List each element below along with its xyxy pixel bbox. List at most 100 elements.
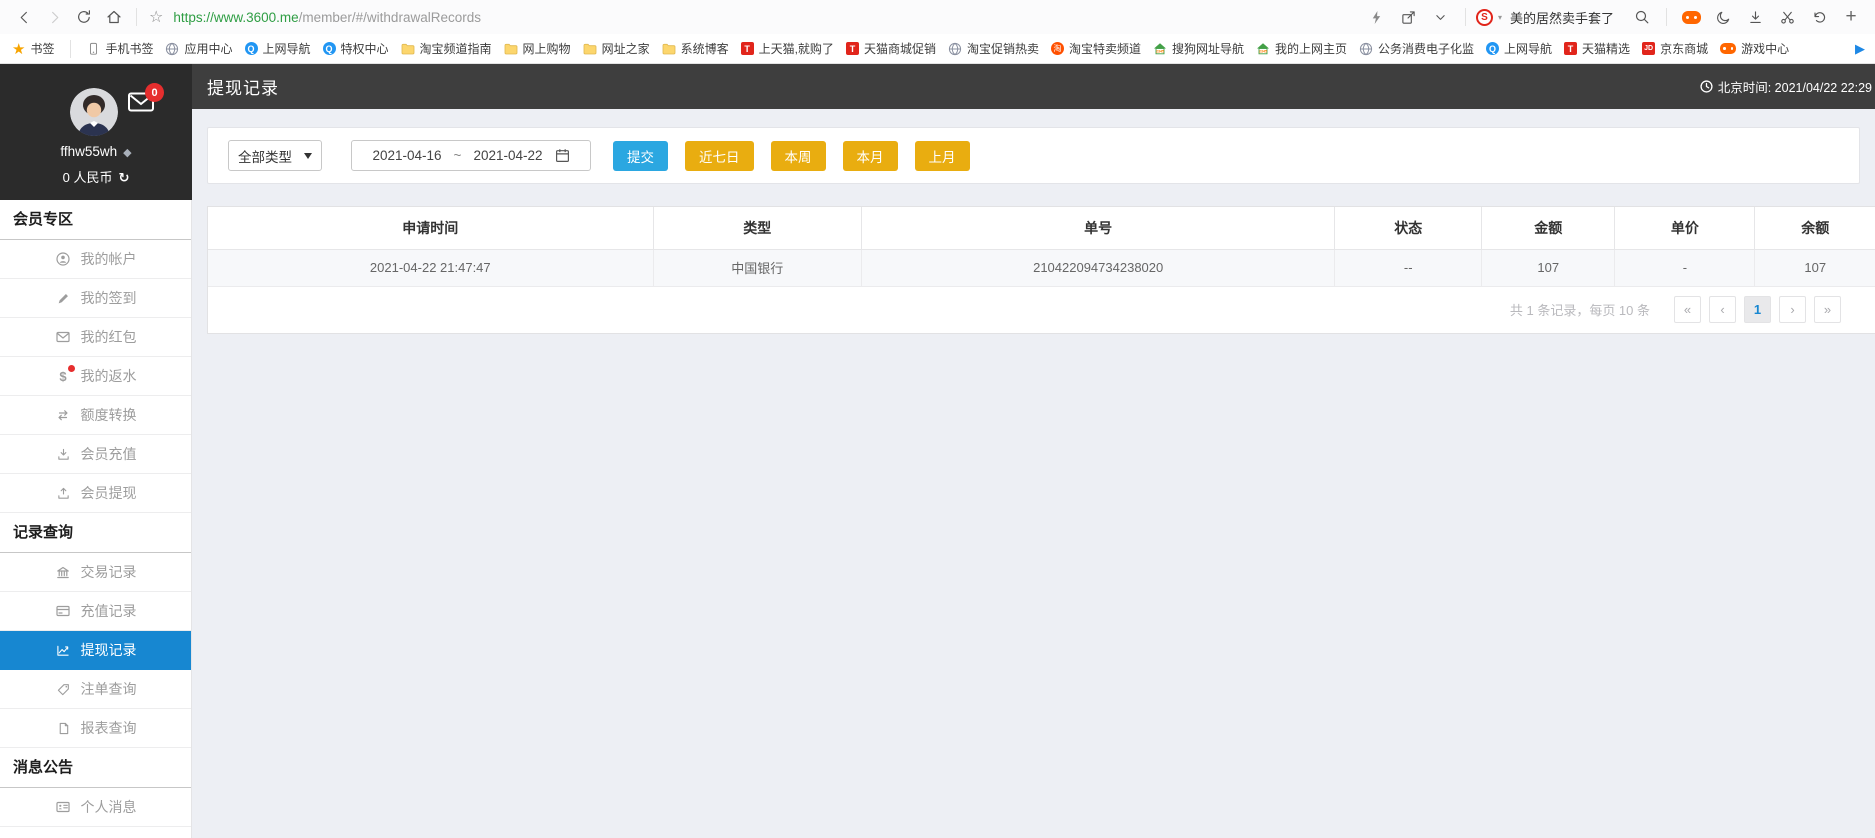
type-select-value: 全部类型 <box>238 149 292 165</box>
chevron-down-icon[interactable] <box>1427 4 1455 30</box>
quick-range-last-month-button[interactable]: 上月 <box>914 140 970 171</box>
user-icon <box>55 252 72 266</box>
beijing-time: 北京时间: 2021/04/22 22:29 <box>1700 77 1872 96</box>
sidebar-item-label: 交易记录 <box>80 564 137 580</box>
bookmark-item[interactable]: Q 特权中心 <box>321 38 391 59</box>
download-icon[interactable] <box>1741 4 1769 30</box>
col-unit-price: 单价 <box>1614 207 1756 250</box>
bookmark-label: 特权中心 <box>340 42 389 56</box>
bookmark-label: 搜狗网址导航 <box>1171 42 1244 56</box>
bookmark-item[interactable]: 淘 淘宝特卖频道 <box>1049 38 1143 59</box>
night-mode-moon-icon[interactable] <box>1709 4 1737 30</box>
svg-text:2345: 2345 <box>1259 50 1267 54</box>
sidebar-item-withdraw[interactable]: 会员提现 <box>0 474 191 513</box>
bookmark-item[interactable]: Q 上网导航 <box>243 38 313 59</box>
bookmark-label: 淘宝特卖频道 <box>1068 42 1141 56</box>
bookmark-item[interactable]: 2345 搜狗网址导航 <box>1151 38 1246 59</box>
pagination-prev-button[interactable]: ‹ <box>1709 296 1736 323</box>
bookmark-item[interactable]: 淘宝促销热卖 <box>946 38 1041 59</box>
pagination-last-button[interactable]: » <box>1814 296 1841 323</box>
gamepad-icon <box>1720 43 1737 54</box>
avatar[interactable] <box>70 88 118 136</box>
folder-icon <box>401 43 414 54</box>
quick-range-this-month-button[interactable]: 本月 <box>842 140 898 171</box>
bookmark-item[interactable]: 手机书签 <box>85 38 155 59</box>
type-select[interactable]: 全部类型 <box>228 140 322 171</box>
new-tab-plus-icon[interactable]: + <box>1837 4 1865 30</box>
id-card-icon <box>55 800 72 814</box>
sidebar-item-deposit[interactable]: 会员充值 <box>0 435 191 474</box>
browser-toolbar: ☆ https://www.3600.me/member/#/withdrawa… <box>0 0 1875 34</box>
sidebar-item-personal-messages[interactable]: 个人消息 <box>0 788 191 827</box>
bookmark-star-icon[interactable]: ☆ <box>149 7 163 27</box>
date-from: 2021-04-16 <box>372 148 442 163</box>
search-icon[interactable] <box>1628 4 1656 30</box>
bookmark-item[interactable]: 网上购物 <box>502 38 573 59</box>
sidebar-item-label: 我的签到 <box>80 290 137 306</box>
sidebar-item-bet-query[interactable]: 注单查询 <box>0 670 191 709</box>
table-header-row: 申请时间 类型 单号 状态 金额 单价 余额 <box>208 207 1875 250</box>
sidebar-item-transaction-records[interactable]: 交易记录 <box>0 553 191 592</box>
filter-panel: 全部类型 2021-04-16 ~ 2021-04-22 提交 近七日 本周 本… <box>207 127 1860 184</box>
bookmark-item[interactable]: 公务消费电子化监 <box>1357 38 1476 59</box>
bookmark-item[interactable]: 2345 我的上网主页 <box>1254 38 1349 59</box>
bookmarks-root[interactable]: ★ 书签 <box>10 38 56 60</box>
sidebar-item-my-account[interactable]: 我的帐户 <box>0 240 191 279</box>
left-column: 0 ffhw55wh ◆ 0 人民币 ↻ 会员专区 我的帐户 我的签到 我的红包 $… <box>0 64 192 838</box>
bookmarks-overflow-icon[interactable]: ▶ <box>1855 41 1865 57</box>
submit-button[interactable]: 提交 <box>613 140 668 171</box>
undo-history-icon[interactable] <box>1805 4 1833 30</box>
balance-row: 0 人民币 ↻ <box>0 167 192 186</box>
bookmark-item[interactable]: 游戏中心 <box>1718 38 1791 59</box>
sidebar-item-label: 额度转换 <box>80 407 137 423</box>
quick-range-this-week-button[interactable]: 本周 <box>770 140 826 171</box>
refresh-balance-icon[interactable]: ↻ <box>118 170 129 185</box>
pagination-summary: 共 1 条记录，每页 10 条 <box>1509 303 1650 318</box>
bookmark-item[interactable]: T 天猫商城促销 <box>844 38 938 59</box>
pagination-page-1-button[interactable]: 1 <box>1744 296 1771 323</box>
address-bar[interactable]: ☆ https://www.3600.me/member/#/withdrawa… <box>149 7 1361 27</box>
pagination-first-button[interactable]: « <box>1674 296 1701 323</box>
refresh-icon[interactable] <box>70 4 98 30</box>
bookmark-item[interactable]: 应用中心 <box>163 38 234 59</box>
forward-icon[interactable] <box>40 4 68 30</box>
date-range-input[interactable]: 2021-04-16 ~ 2021-04-22 <box>351 140 591 171</box>
home-icon[interactable] <box>100 4 128 30</box>
url-text[interactable]: https://www.3600.me/member/#/withdrawalR… <box>173 10 481 25</box>
sidebar-item-rebate[interactable]: $ 我的返水 <box>0 357 191 396</box>
extension-lightning-icon[interactable] <box>1363 4 1391 30</box>
withdraw-arrow-icon <box>55 486 72 500</box>
screenshot-scissors-icon[interactable] <box>1773 4 1801 30</box>
bookmark-item[interactable]: T 天猫精选 <box>1562 38 1632 59</box>
sidebar-item-withdrawal-records[interactable]: 提现记录 <box>0 631 191 670</box>
report-file-icon <box>55 721 72 735</box>
exchange-icon <box>55 408 72 422</box>
quick-range-7days-button[interactable]: 近七日 <box>685 140 754 171</box>
back-icon[interactable] <box>10 4 38 30</box>
sidebar-section-records: 记录查询 <box>0 513 191 553</box>
pagination-next-button[interactable]: › <box>1779 296 1806 323</box>
bookmark-item[interactable]: T 上天猫,就购了 <box>739 38 836 59</box>
search-hotword[interactable]: 美的居然卖手套了 <box>1510 8 1614 27</box>
bookmark-item[interactable]: 淘宝频道指南 <box>399 38 494 59</box>
sogou-caret-icon[interactable]: ▾ <box>1498 13 1502 22</box>
bookmark-label: 天猫商城促销 <box>863 42 936 56</box>
game-center-icon[interactable] <box>1677 4 1705 30</box>
folder-icon <box>662 43 675 54</box>
bookmark-item[interactable]: JD 京东商城 <box>1640 38 1710 59</box>
sidebar-item-report-query[interactable]: 报表查询 <box>0 709 191 748</box>
sidebar-item-red-packet[interactable]: 我的红包 <box>0 318 191 357</box>
sidebar-item-quota-transfer[interactable]: 额度转换 <box>0 396 191 435</box>
inbox-button[interactable]: 0 <box>128 83 164 117</box>
table-row: 2021-04-22 21:47:47 中国银行 210422094734238… <box>208 249 1875 287</box>
bookmark-item[interactable]: 系统博客 <box>660 38 731 59</box>
sidebar-item-my-checkin[interactable]: 我的签到 <box>0 279 191 318</box>
bookmark-item[interactable]: Q 上网导航 <box>1484 38 1554 59</box>
sogou-logo-icon[interactable]: S <box>1475 8 1493 26</box>
globe-icon <box>948 42 962 55</box>
share-icon[interactable] <box>1395 4 1423 30</box>
sidebar-item-label: 会员提现 <box>80 485 137 501</box>
house-2345-icon: 2345 <box>1153 43 1166 55</box>
sidebar-item-deposit-records[interactable]: 充值记录 <box>0 592 191 631</box>
bookmark-item[interactable]: 网址之家 <box>581 38 652 59</box>
